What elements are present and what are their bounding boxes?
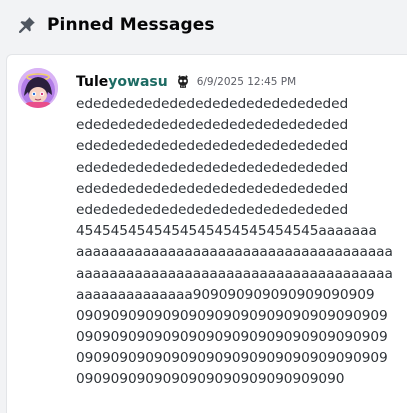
author-name[interactable]: Tuleyowasu <box>76 74 168 90</box>
message-line: 4545454545454545454545454545aaaaaaa <box>76 223 377 240</box>
message-line: 090909090909090909090909090909090909 <box>76 350 388 367</box>
message-line: edededededededededededededededed <box>76 201 349 218</box>
message-line: edededededededededededededededed <box>76 159 349 176</box>
message-line: aaaaaaaaaaaaaaaaaaaaaaaaaaaaaaaaaaaaaa <box>76 244 393 261</box>
pinned-message-card[interactable]: Tuleyowasu 6/9/2025 12:45 PM ededededede… <box>6 54 407 413</box>
message-line: aaaaaaaaaaaaaa909090909090909090909 <box>76 286 375 303</box>
page-title: Pinned Messages <box>47 15 215 35</box>
skull-badge-icon <box>174 73 192 91</box>
avatar[interactable] <box>18 68 58 108</box>
message-line: edededededededededededededededed <box>76 180 349 197</box>
message-line: aaaaaaaaaaaaaaaaaaaaaaaaaaaaaaaaaaaaaa <box>76 265 393 282</box>
message-header: Tuleyowasu 6/9/2025 12:45 PM <box>76 72 296 92</box>
pin-icon <box>16 14 38 36</box>
message-line: edededededededededededededededed <box>76 117 349 134</box>
message-line: 0909090909090909090909090909090 <box>76 371 345 388</box>
message-line: 090909090909090909090909090909090909 <box>76 307 388 324</box>
message-content: edededededededededededededededed edededed… <box>76 94 407 391</box>
pinned-messages-panel: Pinned Messages Tuleyowasu 6/9/2025 12:4… <box>0 0 407 413</box>
message-line: 090909090909090909090909090909090909 <box>76 329 388 346</box>
pinned-header: Pinned Messages <box>0 0 407 50</box>
message-line: edededededededededededededededed <box>76 96 349 112</box>
message-line: edededededededededededededededed <box>76 138 349 155</box>
message-timestamp: 6/9/2025 12:45 PM <box>196 76 297 88</box>
